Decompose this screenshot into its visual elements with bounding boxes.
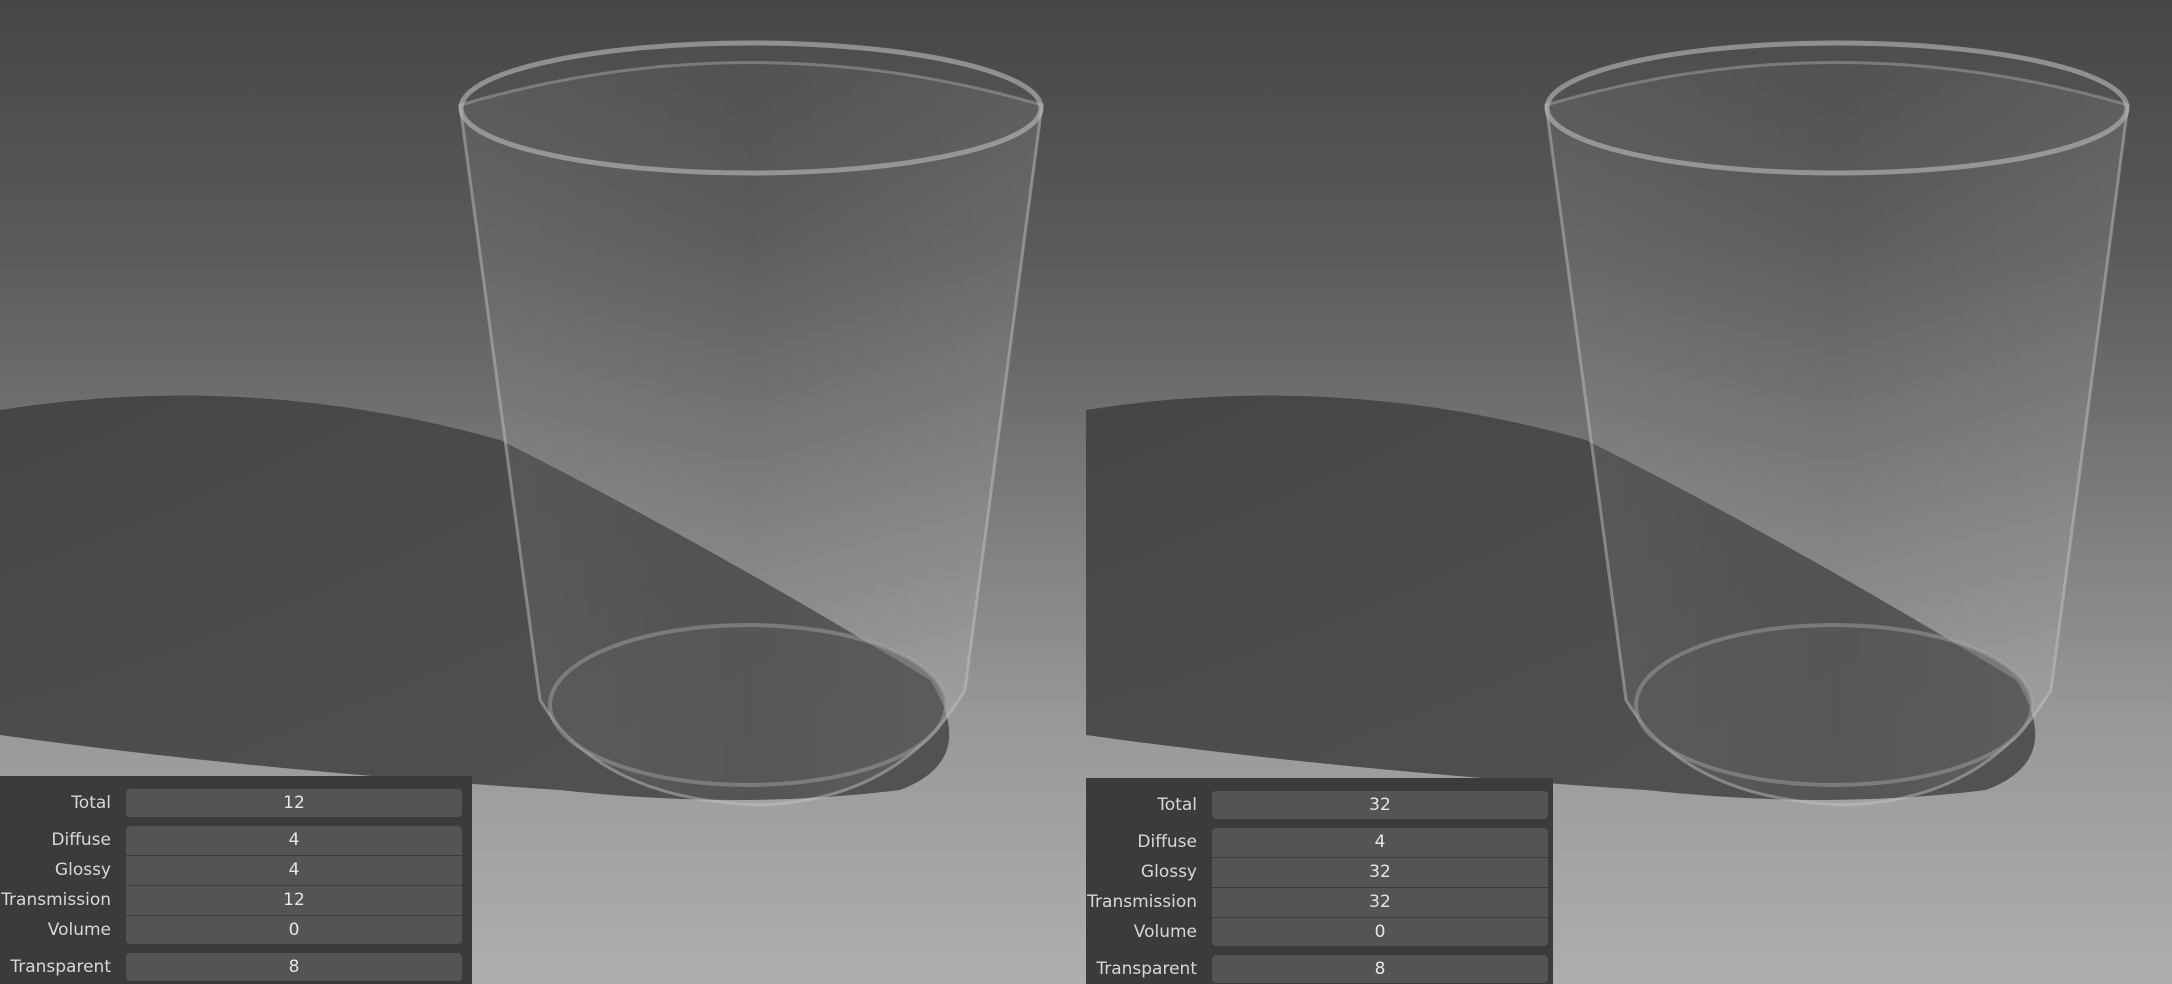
setting-row-glossy: Glossy 4 [0, 855, 472, 886]
setting-row-diffuse: Diffuse 4 [0, 825, 472, 856]
transparent-bounces-field[interactable]: 8 [1212, 955, 1548, 983]
glossy-bounces-field[interactable]: 32 [1212, 858, 1548, 888]
transmission-bounces-field[interactable]: 32 [1212, 888, 1548, 918]
render-right: Total 32 Diffuse 4 Glossy 32 Transmissio… [1086, 0, 2172, 984]
glossy-bounces-field[interactable]: 4 [126, 856, 462, 886]
setting-label: Total [71, 793, 111, 813]
light-paths-panel-right: Total 32 Diffuse 4 Glossy 32 Transmissio… [1086, 778, 1553, 984]
setting-label: Diffuse [51, 830, 111, 850]
transparent-bounces-field[interactable]: 8 [126, 953, 462, 981]
volume-bounces-field[interactable]: 0 [126, 916, 462, 944]
setting-label: Total [1157, 795, 1197, 815]
setting-row-total: Total 12 [0, 788, 472, 818]
setting-label: Diffuse [1137, 832, 1197, 852]
transmission-bounces-field[interactable]: 12 [126, 886, 462, 916]
setting-label: Glossy [1140, 862, 1197, 882]
render-left: Total 12 Diffuse 4 Glossy 4 Transmission… [0, 0, 1086, 984]
setting-label: Transparent [10, 957, 111, 977]
diffuse-bounces-field[interactable]: 4 [126, 826, 462, 856]
total-bounces-field[interactable]: 12 [126, 789, 462, 817]
setting-row-volume: Volume 0 [0, 915, 472, 945]
volume-bounces-field[interactable]: 0 [1212, 918, 1548, 946]
setting-row-transmission: Transmission 12 [0, 885, 472, 916]
glass-rim [458, 40, 1044, 176]
setting-label: Transmission [1, 890, 111, 910]
setting-row-volume: Volume 0 [1086, 917, 1553, 947]
setting-row-diffuse: Diffuse 4 [1086, 827, 1553, 858]
glass-base [548, 623, 948, 787]
glass-rim [1544, 40, 2130, 176]
setting-label: Volume [47, 920, 111, 940]
setting-row-transmission: Transmission 32 [1086, 887, 1553, 918]
setting-row-transparent: Transparent 8 [0, 952, 472, 982]
setting-row-transparent: Transparent 8 [1086, 954, 1553, 984]
total-bounces-field[interactable]: 32 [1212, 791, 1548, 819]
setting-label: Glossy [54, 860, 111, 880]
setting-label: Transparent [1096, 959, 1197, 979]
diffuse-bounces-field[interactable]: 4 [1212, 828, 1548, 858]
comparison-stage: Total 12 Diffuse 4 Glossy 4 Transmission… [0, 0, 2172, 984]
setting-label: Volume [1133, 922, 1197, 942]
glass-base [1634, 623, 2034, 787]
setting-label: Transmission [1087, 892, 1197, 912]
setting-row-total: Total 32 [1086, 790, 1553, 820]
light-paths-panel-left: Total 12 Diffuse 4 Glossy 4 Transmission… [0, 776, 472, 984]
setting-row-glossy: Glossy 32 [1086, 857, 1553, 888]
